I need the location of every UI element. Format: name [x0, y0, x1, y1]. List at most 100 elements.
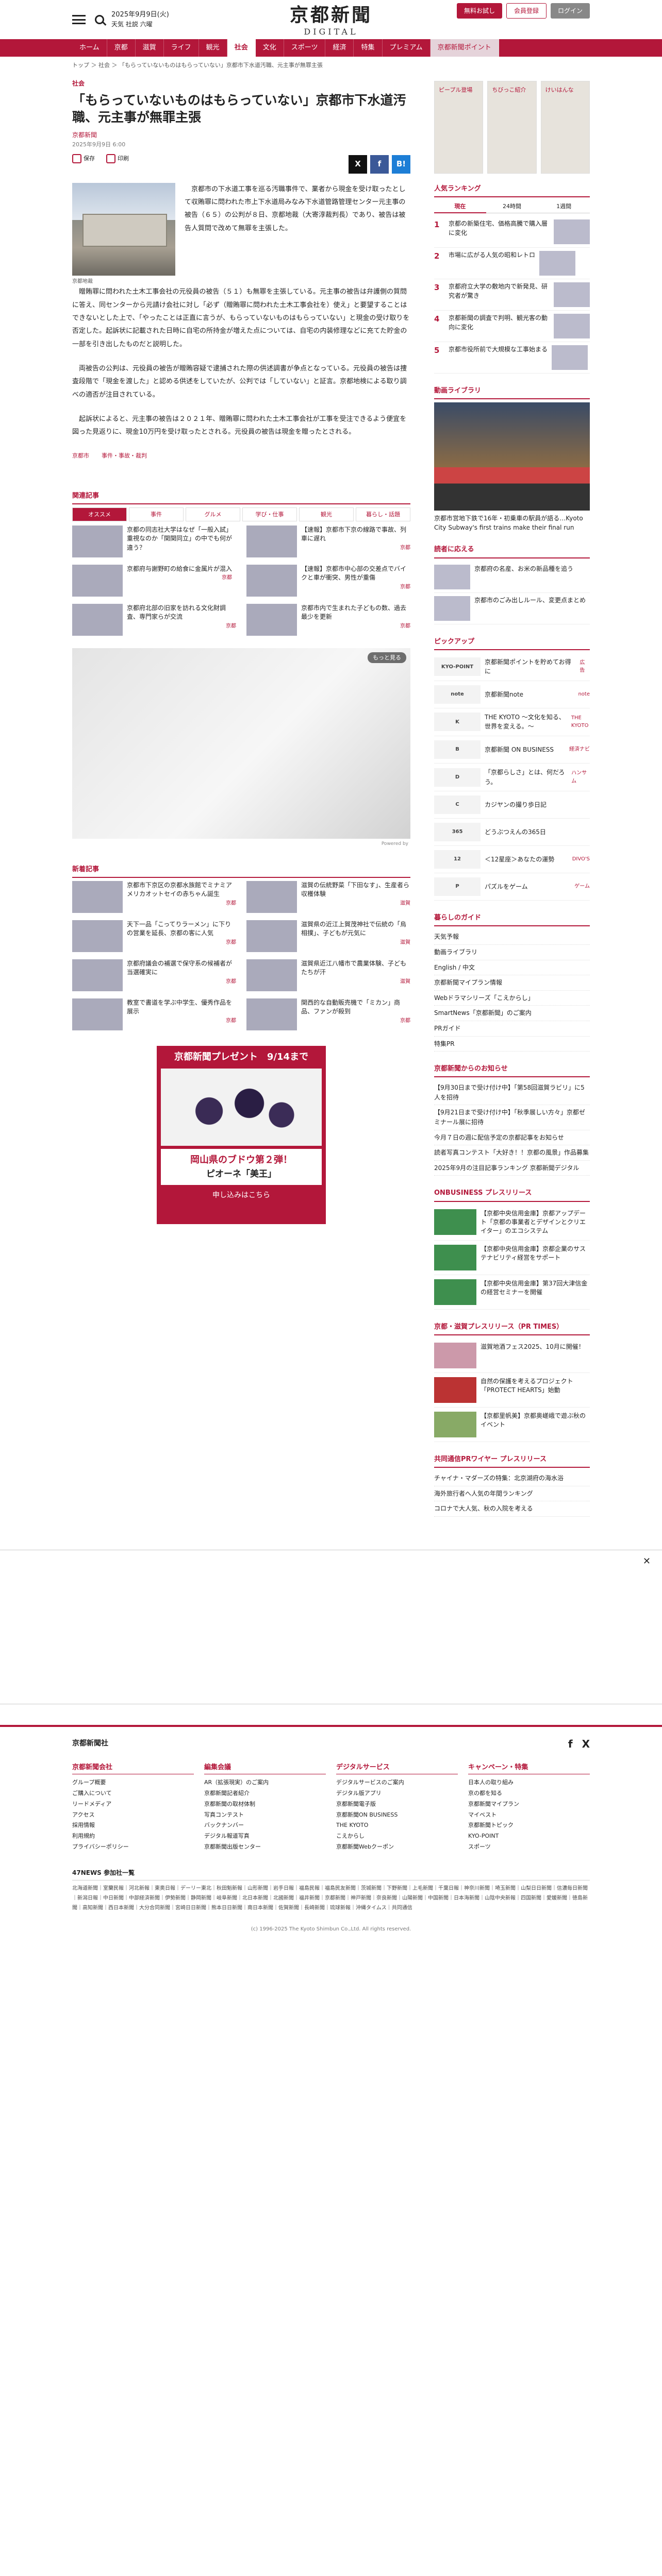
site-logo[interactable]: 京都新聞 DIGITAL	[258, 5, 404, 38]
apply-link[interactable]: 申し込みはこちら	[212, 1190, 270, 1201]
list-item[interactable]: 京都の同志社大学はなぜ「一般入試」重視なのか「関関同立」の中でも何が違う？	[72, 525, 236, 557]
guide-link[interactable]: 京都新聞マイプラン情報	[434, 975, 590, 991]
facebook-icon[interactable]: f	[568, 1736, 573, 1752]
guide-link[interactable]: PRガイド	[434, 1021, 590, 1037]
nav-points[interactable]: 京都新聞ポイント	[430, 39, 499, 57]
ranking-item[interactable]: 2 市場に広がる人気の昭和レトロ	[434, 248, 590, 280]
notice2-link[interactable]: 今月７日の週に配信予定の京都記事をお知らせ	[434, 1130, 590, 1146]
footer-link[interactable]: 京都新聞出版センター	[204, 1842, 326, 1853]
share-hatena-button[interactable]: B!	[392, 155, 410, 174]
pickup-item[interactable]: P パズルをゲーム ゲーム	[434, 873, 590, 901]
footer-link[interactable]: デジタル版アプリ	[336, 1788, 458, 1799]
footer-link[interactable]: 京都新聞記者紹介	[204, 1788, 326, 1799]
video-caption[interactable]: 京都市営地下鉄で16年・初乗車の駅員が語る…Kyoto City Subway'…	[434, 514, 590, 532]
footer-link[interactable]: AR（拡張現実）のご案内	[204, 1777, 326, 1788]
pr-item[interactable]: 【京都里帆美】京都奥嵯峨で遊ぶ秋のイベント	[434, 1408, 590, 1442]
guide-link[interactable]: 天気予報	[434, 929, 590, 945]
list-item[interactable]: 滋賀の伝統野菜「下田なす」、生産者ら収穫体験 滋賀	[246, 881, 410, 913]
ad-banner[interactable]: もっと見る Powered by	[72, 648, 410, 846]
nav-feature[interactable]: 特集	[354, 39, 383, 57]
tab-24h[interactable]: 24時間	[486, 200, 538, 214]
affiliates-list[interactable]: 北海道新聞｜室蘭民報｜河北新報｜東奥日報｜デーリー東北｜秋田魁新報｜山形新聞｜岩…	[72, 1884, 590, 1913]
nav-premium[interactable]: プレミアム	[383, 39, 431, 57]
share-facebook-button[interactable]: f	[370, 155, 389, 174]
pickup-item[interactable]: 12 ＜12星座＞あなたの運勢 DIVO'S	[434, 846, 590, 874]
coop-link[interactable]: 海外旅行者へ人気の年間ランキング	[434, 1486, 590, 1502]
tab-life[interactable]: 暮らし・話題	[356, 507, 410, 521]
footer-link[interactable]: デジタルサービスのご案内	[336, 1777, 458, 1788]
footer-link[interactable]: 京都新聞電子版	[336, 1799, 458, 1810]
pickup-item[interactable]: B 京都新聞 ON BUSINESS 経済ナビ	[434, 736, 590, 764]
footer-link[interactable]: デジタル報道写真	[204, 1831, 326, 1842]
footer-link[interactable]: ご購入について	[72, 1788, 194, 1799]
article-photo[interactable]: 京都地裁	[72, 182, 175, 286]
nav-economy[interactable]: 経済	[325, 39, 354, 57]
pickup-item[interactable]: note 京都新聞note note	[434, 681, 590, 708]
save-button[interactable]: 保存	[72, 154, 95, 163]
nav-life[interactable]: ライフ	[164, 39, 199, 57]
guide-link[interactable]: English / 中文	[434, 960, 590, 976]
notice-item[interactable]: 京都市のごみ出しルール、変更点まとめ	[434, 593, 590, 624]
pickup-item[interactable]: D 「京都らしさ」とは、何だろう。 ハンサム	[434, 764, 590, 792]
tab-recommend[interactable]: オススメ	[72, 507, 127, 521]
tab-learning[interactable]: 学び・仕事	[242, 507, 297, 521]
biz-item[interactable]: 【京都中央信用金庫】京都企業のサステナビリティ経営をサポート	[434, 1241, 590, 1275]
list-item[interactable]: 天下一品「こってりラーメン」に下りの営業を延長、京都の客に人気 京都	[72, 920, 236, 953]
side-banner[interactable]: ピープル登場	[434, 81, 484, 174]
footer-link[interactable]: こえからし	[336, 1831, 458, 1842]
list-item[interactable]: 京都市内で生まれた子どもの数、過去最少を更新 京都	[246, 603, 410, 636]
footer-link[interactable]: 写真コンテスト	[204, 1810, 326, 1821]
notice2-link[interactable]: 【9月30日まで受け付け中】「第58回滋賀ラビリ」に5人を招待	[434, 1080, 590, 1106]
footer-link[interactable]: 利用規約	[72, 1831, 194, 1842]
ranking-item[interactable]: 3 京都府立大学の敷地内で新発見、研究者が驚き	[434, 279, 590, 311]
article-author[interactable]: 京都新聞	[72, 130, 410, 140]
list-item[interactable]: 京都市下京区の京都水族館でミナミアメリカオットセイの赤ちゃん誕生 京都	[72, 881, 236, 913]
footer-link[interactable]: スポーツ	[468, 1842, 590, 1853]
footer-link[interactable]: アクセス	[72, 1810, 194, 1821]
tab-gourmet[interactable]: グルメ	[186, 507, 240, 521]
footer-link[interactable]: バックナンバー	[204, 1820, 326, 1831]
pr-item[interactable]: 滋賀地酒フェス2025、10月に開催！	[434, 1338, 590, 1373]
ranking-item[interactable]: 5 京都市役所前で大規模な工事始まる	[434, 342, 590, 374]
guide-link[interactable]: SmartNews「京都新聞」のご案内	[434, 1006, 590, 1021]
list-item[interactable]: 京都府議会の補選で保守系の候補者が当選確実に 京都	[72, 959, 236, 992]
tag-link[interactable]: 京都市	[72, 451, 89, 460]
footer-link[interactable]: 京都新聞トピック	[468, 1820, 590, 1831]
tab-incident[interactable]: 事件	[129, 507, 184, 521]
x-icon[interactable]: X	[582, 1736, 590, 1752]
article-category[interactable]: 社会	[72, 79, 410, 89]
footer-brand[interactable]: 京都新聞社	[72, 1738, 108, 1750]
footer-link[interactable]: KYO-POINT	[468, 1831, 590, 1842]
weather-links[interactable]: 天気 社説 六曜	[111, 20, 169, 29]
footer-link[interactable]: 京都新聞の取材体制	[204, 1799, 326, 1810]
footer-link[interactable]: THE KYOTO	[336, 1820, 458, 1831]
nav-culture[interactable]: 文化	[256, 39, 284, 57]
notice2-link[interactable]: 読者写真コンテスト「大好き！！京都の風景」作品募集	[434, 1145, 590, 1161]
footer-link[interactable]: 京都新聞ON BUSINESS	[336, 1810, 458, 1821]
footer-link[interactable]: 京都新聞Webクーポン	[336, 1842, 458, 1853]
guide-link[interactable]: 特集PR	[434, 1037, 590, 1052]
share-x-button[interactable]: X	[349, 155, 367, 174]
nav-sports[interactable]: スポーツ	[284, 39, 326, 57]
list-item[interactable]: 京都府与謝野町の給食に金属片が混入 京都	[72, 564, 236, 597]
ranking-item[interactable]: 4 京都新聞の調査で判明、観光客の動向に変化	[434, 311, 590, 343]
coop-link[interactable]: コロナで大人気、秋の入院を考える	[434, 1501, 590, 1517]
footer-link[interactable]: リードメディア	[72, 1799, 194, 1810]
tab-now[interactable]: 現在	[434, 200, 486, 214]
pickup-item[interactable]: KYO-POINT 京都新聞ポイントを貯めてお得に 広告	[434, 653, 590, 681]
menu-icon[interactable]	[72, 15, 86, 24]
tag-link[interactable]: 事件・事故・裁判	[102, 451, 147, 460]
nav-tourism[interactable]: 観光	[199, 39, 227, 57]
side-banner[interactable]: ちびっこ紹介	[487, 81, 537, 174]
list-item[interactable]: 教室で書道を学ぶ中学生、優秀作品を展示 京都	[72, 998, 236, 1031]
print-button[interactable]: 印刷	[106, 154, 129, 163]
pickup-item[interactable]: C カジヤンの撮り歩日記	[434, 791, 590, 819]
biz-item[interactable]: 【京都中央信用金庫】第37回大津信金の経営セミナーを開催	[434, 1275, 590, 1310]
list-item[interactable]: 滋賀県近江八幡市で農業体験、子どもたちが汗 滋賀	[246, 959, 410, 992]
footer-link[interactable]: 日本人の取り組み	[468, 1777, 590, 1788]
nav-shiga[interactable]: 滋賀	[136, 39, 164, 57]
notice2-link[interactable]: 2025年9月の注目記事ランキング 京都新聞デジタル	[434, 1161, 590, 1176]
notice2-link[interactable]: 【9月21日まで受け付け中】「秋季展しい方々」京都ゼミナール展に招待	[434, 1105, 590, 1130]
ad-more-button[interactable]: もっと見る	[368, 652, 406, 663]
list-item[interactable]: 京都府北部の旧家を訪れる文化財調査、専門家らが交流 京都	[72, 603, 236, 636]
